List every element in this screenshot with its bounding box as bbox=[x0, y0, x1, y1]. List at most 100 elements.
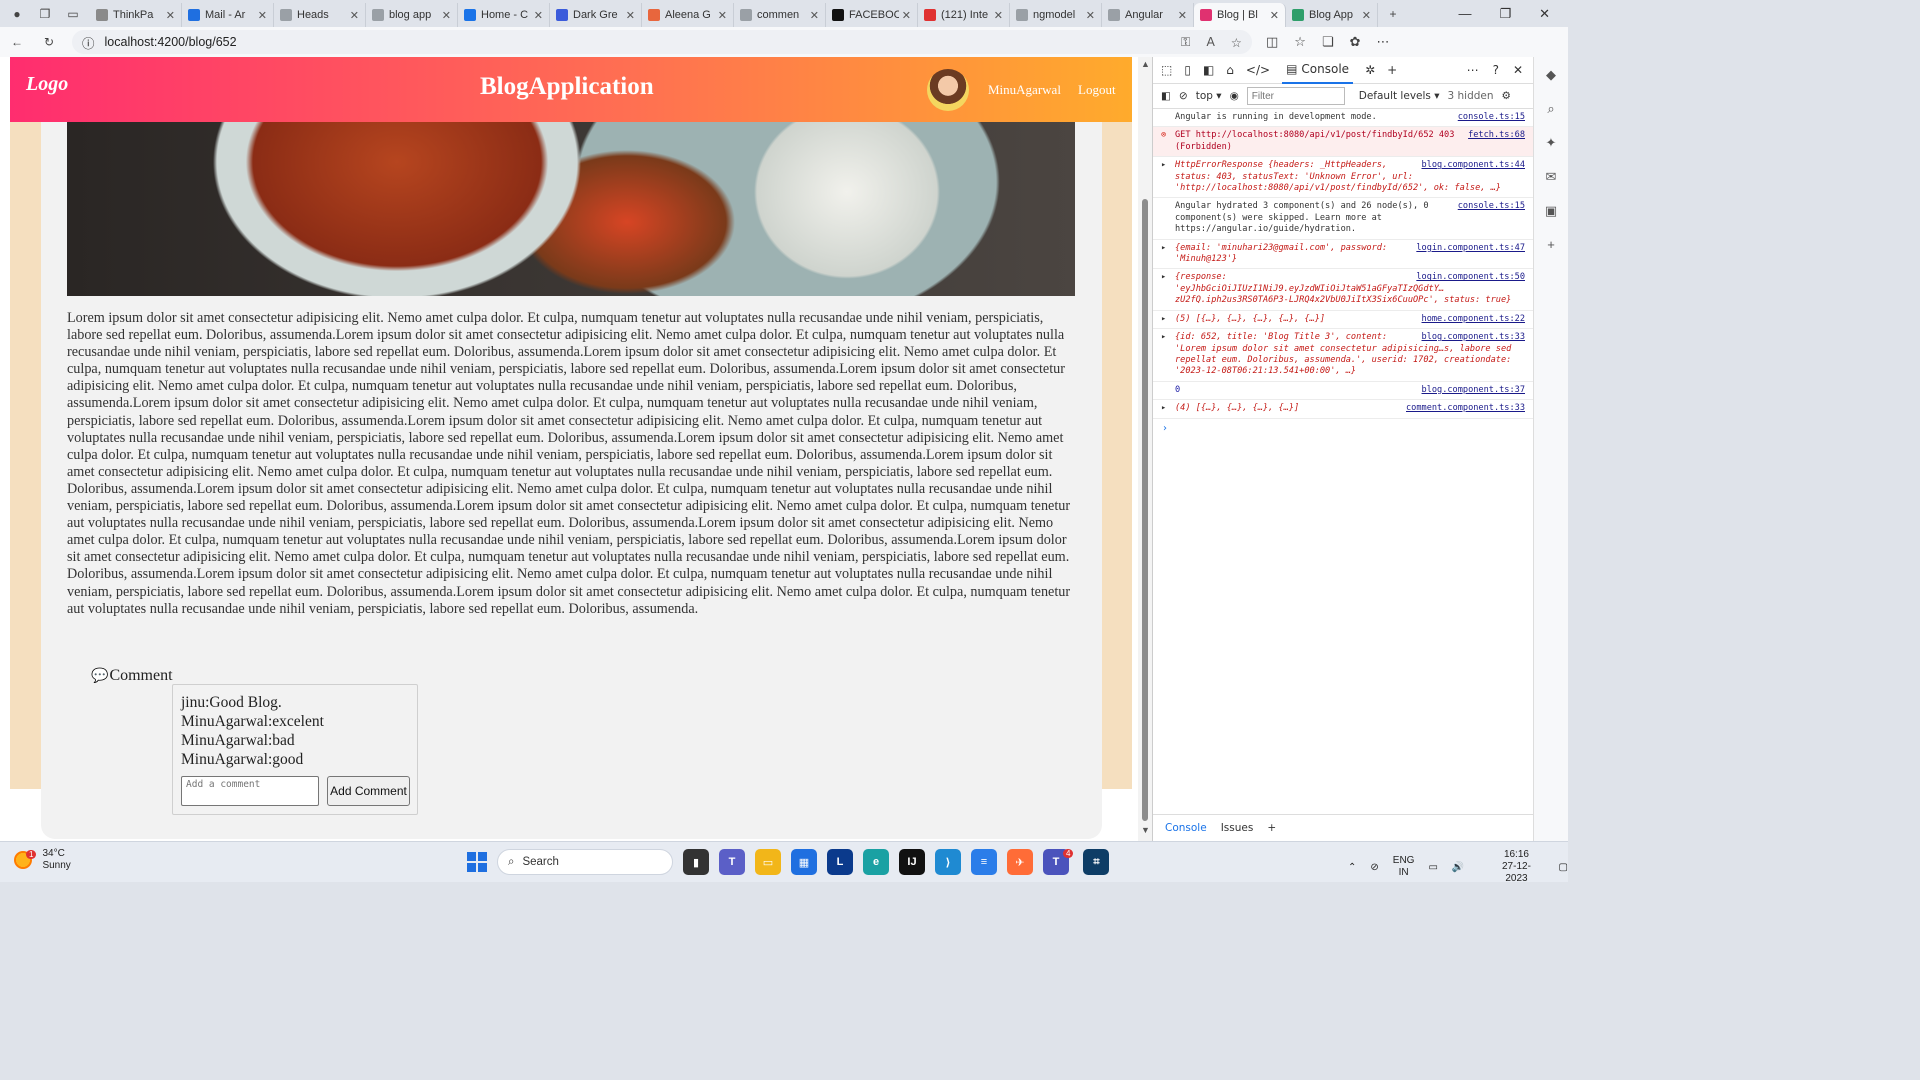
console-entry[interactable]: ▸ comment.component.ts:33 (4) [{…}, {…}, {… bbox=[1153, 400, 1533, 419]
site-info-icon[interactable]: ⓘ bbox=[82, 33, 95, 52]
browser-tab[interactable]: ngmodel ✕ bbox=[1010, 3, 1102, 27]
close-tab-icon[interactable]: ✕ bbox=[810, 9, 819, 22]
expand-arrow-icon[interactable]: ▸ bbox=[1161, 272, 1166, 283]
welcome-home-icon[interactable]: ⌂ bbox=[1226, 63, 1234, 77]
debug-icon[interactable]: ✲ bbox=[1365, 63, 1375, 77]
expand-arrow-icon[interactable]: ▸ bbox=[1161, 160, 1166, 171]
close-tab-icon[interactable]: ✕ bbox=[166, 9, 175, 22]
sidebar-toggle-icon[interactable]: ◧ bbox=[1161, 90, 1171, 102]
console-entry[interactable]: ▸ login.component.ts:47 {email: 'minuhari2… bbox=[1153, 240, 1533, 270]
user-name-link[interactable]: MinuAgarwal bbox=[988, 82, 1061, 98]
close-devtools-icon[interactable]: ✕ bbox=[1513, 63, 1523, 77]
network-icon[interactable]: ⊘ bbox=[1370, 862, 1378, 873]
console-entry[interactable]: ⊗ fetch.ts:68 GET http://localhost:8080/ap… bbox=[1153, 127, 1533, 158]
start-icon[interactable] bbox=[467, 852, 487, 872]
console-entry[interactable]: ▸ blog.component.ts:44 HttpErrorResponse {… bbox=[1153, 157, 1533, 199]
close-tab-icon[interactable]: ✕ bbox=[1086, 9, 1095, 22]
tab-console[interactable]: ▤ Console bbox=[1282, 57, 1354, 84]
volume-icon[interactable]: 🔊 bbox=[1452, 862, 1464, 873]
live-expression-icon[interactable]: ◉ bbox=[1230, 90, 1239, 102]
close-window-icon[interactable]: ✕ bbox=[1539, 6, 1550, 22]
console-source-link[interactable]: home.component.ts:22 bbox=[1422, 314, 1525, 325]
console-source-link[interactable]: console.ts:15 bbox=[1458, 201, 1525, 212]
drawer-tab-console[interactable]: Console bbox=[1165, 822, 1207, 834]
add-sidebar-icon[interactable]: + bbox=[1547, 237, 1555, 252]
collections-icon[interactable]: ❏ bbox=[1322, 34, 1334, 50]
console-entry[interactable]: ▸ home.component.ts:22 (5) [{…}, {…}, {…},… bbox=[1153, 311, 1533, 330]
customize-icon[interactable]: ⋯ bbox=[1467, 63, 1479, 77]
expand-arrow-icon[interactable]: ▸ bbox=[1161, 332, 1166, 343]
add-drawer-tab-icon[interactable]: + bbox=[1267, 822, 1276, 834]
logout-link[interactable]: Logout bbox=[1078, 82, 1116, 98]
language-indicator[interactable]: ENG IN bbox=[1393, 855, 1415, 879]
l-app-icon[interactable]: L bbox=[827, 849, 853, 875]
file-explorer-icon[interactable]: ▭ bbox=[755, 849, 781, 875]
comment-input[interactable] bbox=[181, 776, 319, 806]
help-icon[interactable]: ? bbox=[1493, 63, 1499, 77]
minimize-icon[interactable]: — bbox=[1458, 6, 1471, 22]
expand-arrow-icon[interactable]: ▸ bbox=[1161, 314, 1166, 325]
outlook-icon[interactable]: ✉ bbox=[1546, 169, 1557, 185]
expand-arrow-icon[interactable]: ▸ bbox=[1161, 243, 1166, 254]
browser-tab[interactable]: ThinkPa ✕ bbox=[90, 3, 182, 27]
log-levels-select[interactable]: Default levels ▾ bbox=[1359, 90, 1440, 102]
browser-tab[interactable]: commen ✕ bbox=[734, 3, 826, 27]
browser-tab[interactable]: Heads ✕ bbox=[274, 3, 366, 27]
error-icon[interactable]: ⊗ bbox=[1161, 130, 1166, 141]
maximize-icon[interactable]: ❐ bbox=[1499, 6, 1511, 22]
inspect-icon[interactable]: ⬚ bbox=[1161, 63, 1172, 77]
expand-arrow-icon[interactable]: ▸ bbox=[1161, 403, 1166, 414]
read-aloud-icon[interactable]: A bbox=[1206, 35, 1214, 50]
tab-actions-icon[interactable]: ▭ bbox=[64, 5, 82, 23]
more-tools-icon[interactable]: + bbox=[1387, 63, 1397, 77]
browser-tab[interactable]: (121) Inte ✕ bbox=[918, 3, 1010, 27]
console-source-link[interactable]: login.component.ts:50 bbox=[1416, 272, 1525, 283]
console-source-link[interactable]: blog.component.ts:44 bbox=[1422, 160, 1525, 171]
refresh-icon[interactable]: ↻ bbox=[40, 33, 58, 51]
browser-tab[interactable]: Mail - Ar ✕ bbox=[182, 3, 274, 27]
console-prompt[interactable]: › bbox=[1153, 419, 1533, 438]
close-tab-icon[interactable]: ✕ bbox=[902, 9, 911, 22]
browser-tab[interactable]: FACEBOC ✕ bbox=[826, 3, 918, 27]
app-icon[interactable]: ⌗ bbox=[1083, 849, 1110, 875]
close-tab-icon[interactable]: ✕ bbox=[1178, 9, 1187, 22]
address-bar[interactable]: ⓘ localhost:4200/blog/652 ⚿ A ☆ bbox=[72, 30, 1252, 54]
close-tab-icon[interactable]: ✕ bbox=[626, 9, 635, 22]
browser-tab[interactable]: blog app ✕ bbox=[366, 3, 458, 27]
notepad-icon[interactable]: ≡ bbox=[971, 849, 997, 875]
close-tab-icon[interactable]: ✕ bbox=[258, 9, 267, 22]
console-source-link[interactable]: comment.component.ts:33 bbox=[1406, 403, 1525, 414]
chevron-up-icon[interactable]: ⌃ bbox=[1348, 862, 1356, 873]
page-scrollbar[interactable]: ▲ ▼ bbox=[1138, 57, 1152, 841]
clear-console-icon[interactable]: ⊘ bbox=[1179, 90, 1188, 102]
elements-icon[interactable]: </> bbox=[1246, 63, 1270, 77]
console-source-link[interactable]: blog.component.ts:33 bbox=[1422, 332, 1525, 343]
user-avatar[interactable] bbox=[927, 69, 969, 111]
split-screen-icon[interactable]: ◫ bbox=[1266, 34, 1278, 50]
close-tab-icon[interactable]: ✕ bbox=[1270, 9, 1279, 22]
new-tab-icon[interactable]: + bbox=[1384, 5, 1402, 23]
taskbar-search[interactable]: ⌕ Search bbox=[497, 849, 673, 875]
close-tab-icon[interactable]: ✕ bbox=[534, 9, 543, 22]
vscode-icon[interactable]: ⟩ bbox=[935, 849, 961, 875]
console-settings-icon[interactable]: ⚙ bbox=[1502, 90, 1511, 102]
scrollbar-thumb[interactable] bbox=[1142, 199, 1148, 821]
browser-tab[interactable]: Angular ✕ bbox=[1102, 3, 1194, 27]
console-source-link[interactable]: login.component.ts:47 bbox=[1416, 243, 1525, 254]
workspaces-icon[interactable]: ❐ bbox=[36, 5, 54, 23]
browser-tab[interactable]: Aleena G ✕ bbox=[642, 3, 734, 27]
close-tab-icon[interactable]: ✕ bbox=[350, 9, 359, 22]
drawer-tab-issues[interactable]: Issues bbox=[1221, 822, 1254, 834]
teams-icon[interactable]: T bbox=[719, 849, 745, 875]
browser-tab[interactable]: Dark Gre ✕ bbox=[550, 3, 642, 27]
site-logo[interactable]: Logo bbox=[26, 73, 68, 96]
tools-sidebar-icon[interactable]: ✦ bbox=[1546, 135, 1557, 151]
favorites-icon[interactable]: ☆ bbox=[1294, 34, 1306, 50]
close-tab-icon[interactable]: ✕ bbox=[1362, 9, 1371, 22]
edge-icon[interactable]: e bbox=[863, 849, 889, 875]
clock[interactable]: 16:16 27-12-2023 bbox=[1494, 849, 1538, 885]
profile-icon[interactable]: ● bbox=[8, 5, 26, 23]
context-select[interactable]: top ▾ bbox=[1196, 90, 1222, 102]
copilot-icon[interactable]: ◆ bbox=[1546, 67, 1556, 83]
back-icon[interactable]: ← bbox=[8, 33, 26, 51]
